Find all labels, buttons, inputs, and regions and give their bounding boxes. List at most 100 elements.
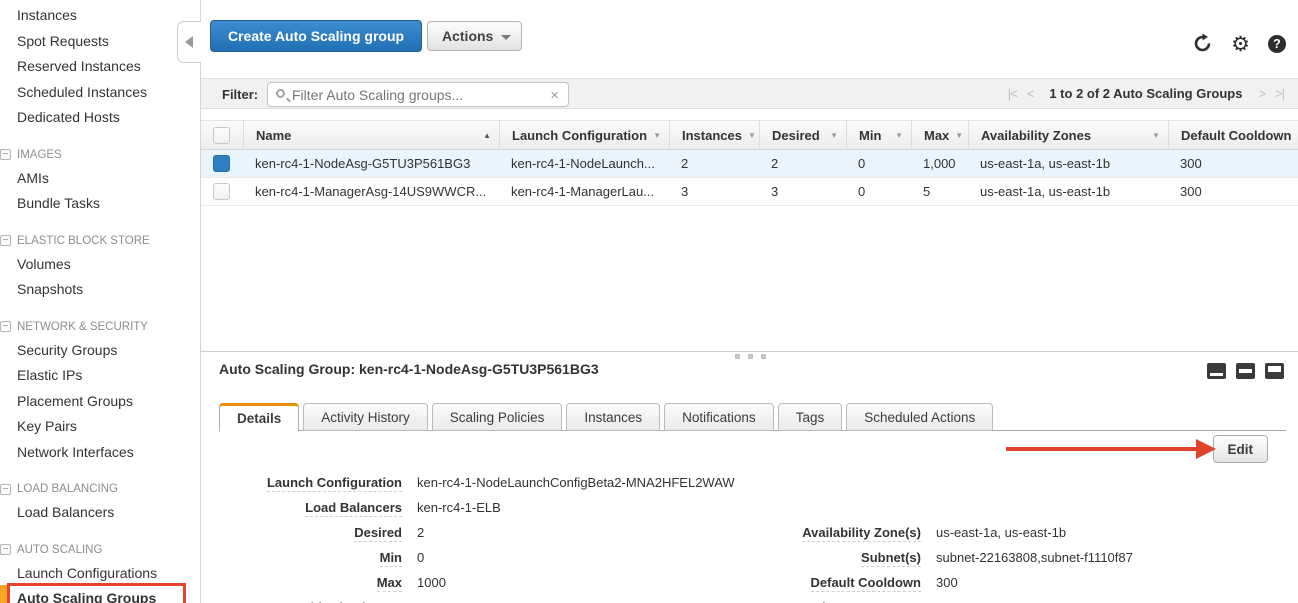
tab-tags[interactable]: Tags — [778, 403, 843, 431]
create-auto-scaling-group-button[interactable]: Create Auto Scaling group — [210, 20, 422, 52]
filter-bar: Filter: × |< < 1 to 2 of 2 Auto Scaling … — [201, 78, 1298, 109]
sidebar-section-network-security[interactable]: − NETWORK & SECURITY — [0, 316, 200, 338]
field-label: Min — [219, 550, 402, 565]
cell-launch-configuration: ken-rc4-1-NodeLaunch... — [499, 150, 669, 177]
column-label: Instances — [682, 128, 742, 143]
actions-dropdown-button[interactable]: Actions — [427, 21, 522, 51]
column-label: Name — [256, 128, 291, 143]
field-value-subnets: subnet-22163808,subnet-f1110f87 — [936, 550, 1133, 565]
field-label: Desired — [219, 525, 402, 540]
column-label: Desired — [772, 128, 820, 143]
edit-button[interactable]: Edit — [1213, 435, 1269, 463]
sidebar-section-load-balancing[interactable]: − LOAD BALANCING — [0, 478, 200, 500]
column-header-max[interactable]: Max ▼ — [911, 121, 968, 149]
help-icon[interactable]: ? — [1268, 35, 1286, 53]
row-checkbox-checked[interactable] — [213, 155, 230, 172]
column-header-name[interactable]: Name ▲ — [243, 121, 499, 149]
pagination: |< < 1 to 2 of 2 Auto Scaling Groups > >… — [1008, 86, 1284, 101]
panel-resize-handle[interactable] — [735, 354, 766, 359]
sidebar-section-auto-scaling[interactable]: − AUTO SCALING — [0, 539, 200, 561]
pane-layout-half-icon[interactable] — [1236, 363, 1255, 379]
sidebar-nav: Instances Spot Requests Reserved Instanc… — [0, 0, 201, 603]
column-header-desired[interactable]: Desired ▼ — [759, 121, 846, 149]
clear-filter-icon[interactable]: × — [550, 86, 559, 105]
table-row[interactable]: ken-rc4-1-NodeAsg-G5TU3P561BG3 ken-rc4-1… — [201, 150, 1298, 178]
tab-scheduled-actions[interactable]: Scheduled Actions — [846, 403, 993, 431]
table-row[interactable]: ken-rc4-1-ManagerAsg-14US9WWCR... ken-rc… — [201, 178, 1298, 206]
sidebar-collapse-button[interactable] — [177, 21, 201, 63]
sidebar-item-network-interfaces[interactable]: Network Interfaces — [17, 440, 200, 466]
sidebar-item-volumes[interactable]: Volumes — [17, 252, 200, 278]
collapse-section-icon: − — [0, 484, 11, 495]
detail-panel-title: Auto Scaling Group: ken-rc4-1-NodeAsg-G5… — [219, 361, 599, 377]
sort-desc-icon: ▼ — [653, 131, 661, 140]
pane-layout-small-icon[interactable] — [1207, 363, 1226, 379]
tab-notifications[interactable]: Notifications — [664, 403, 774, 431]
sidebar-item-reserved-instances[interactable]: Reserved Instances — [17, 54, 200, 80]
select-all-cell — [201, 121, 243, 149]
field-label: Availability Zone(s) — [770, 525, 921, 540]
column-label: Availability Zones — [981, 128, 1091, 143]
column-header-launch-configuration[interactable]: Launch Configuration▼ — [499, 121, 669, 149]
field-label: Load Balancers — [219, 500, 402, 515]
column-header-default-cooldown[interactable]: Default Cooldown — [1168, 121, 1298, 149]
pane-layout-full-icon[interactable] — [1265, 363, 1284, 379]
sort-desc-icon: ▼ — [955, 131, 963, 140]
collapse-section-icon: − — [0, 544, 11, 555]
cell-desired: 3 — [759, 178, 846, 205]
next-page-icon[interactable]: > — [1258, 86, 1265, 101]
prev-page-icon[interactable]: < — [1027, 86, 1034, 101]
refresh-icon[interactable] — [1192, 33, 1213, 54]
select-all-checkbox[interactable] — [213, 127, 230, 144]
actions-button-label: Actions — [442, 28, 493, 44]
sidebar-item-key-pairs[interactable]: Key Pairs — [17, 414, 200, 440]
search-icon — [276, 89, 285, 98]
sidebar-item-elastic-ips[interactable]: Elastic IPs — [17, 363, 200, 389]
sort-desc-icon: ▼ — [748, 131, 756, 140]
chevron-down-icon — [501, 35, 511, 40]
tab-activity-history[interactable]: Activity History — [303, 403, 428, 431]
sort-desc-icon: ▼ — [830, 131, 838, 140]
sort-desc-icon: ▼ — [1152, 131, 1160, 140]
sidebar-item-spot-requests[interactable]: Spot Requests — [17, 29, 200, 55]
last-page-icon[interactable]: >| — [1275, 86, 1284, 101]
sort-asc-icon: ▲ — [483, 131, 491, 140]
sidebar-item-launch-configurations[interactable]: Launch Configurations — [17, 561, 200, 587]
column-label: Max — [924, 128, 949, 143]
cell-max: 1,000 — [911, 150, 968, 177]
field-value-default-cooldown: 300 — [936, 575, 958, 590]
sidebar-item-placement-groups[interactable]: Placement Groups — [17, 389, 200, 415]
sidebar-section-images[interactable]: − IMAGES — [0, 144, 200, 166]
sidebar-item-auto-scaling-groups[interactable]: Auto Scaling Groups — [17, 586, 200, 603]
sidebar-item-scheduled-instances[interactable]: Scheduled Instances — [17, 80, 200, 106]
cell-min: 0 — [846, 178, 911, 205]
triangle-left-icon — [185, 36, 193, 48]
sidebar-section-ebs[interactable]: − ELASTIC BLOCK STORE — [0, 230, 200, 252]
sidebar-item-instances[interactable]: Instances — [17, 3, 200, 29]
sidebar-item-load-balancers[interactable]: Load Balancers — [17, 500, 200, 526]
tab-details[interactable]: Details — [219, 403, 299, 432]
cell-max: 5 — [911, 178, 968, 205]
pagination-text: 1 to 2 of 2 Auto Scaling Groups — [1043, 86, 1248, 101]
sidebar-item-security-groups[interactable]: Security Groups — [17, 338, 200, 364]
tab-scaling-policies[interactable]: Scaling Policies — [432, 403, 563, 431]
column-header-availability-zones[interactable]: Availability Zones ▼ — [968, 121, 1168, 149]
section-header-label: NETWORK & SECURITY — [17, 316, 148, 338]
sidebar-item-dedicated-hosts[interactable]: Dedicated Hosts — [17, 105, 200, 131]
gear-icon[interactable]: ⚙ — [1231, 34, 1250, 54]
column-header-instances[interactable]: Instances ▼ — [669, 121, 759, 149]
asg-table: Name ▲ Launch Configuration▼ Instances ▼ D… — [201, 120, 1298, 206]
row-checkbox-unchecked[interactable] — [213, 183, 230, 200]
first-page-icon[interactable]: |< — [1008, 86, 1017, 101]
cell-default-cooldown: 300 — [1168, 150, 1298, 177]
section-header-label: LOAD BALANCING — [17, 478, 118, 500]
field-value-min: 0 — [417, 550, 424, 565]
sidebar-item-amis[interactable]: AMIs — [17, 166, 200, 192]
tab-instances[interactable]: Instances — [566, 403, 660, 431]
column-header-min[interactable]: Min▼ — [846, 121, 911, 149]
cell-instances: 3 — [669, 178, 759, 205]
sidebar-item-bundle-tasks[interactable]: Bundle Tasks — [17, 191, 200, 217]
sidebar-item-snapshots[interactable]: Snapshots — [17, 277, 200, 303]
table-header-row: Name ▲ Launch Configuration▼ Instances ▼ D… — [201, 120, 1298, 150]
filter-input[interactable] — [292, 84, 542, 105]
